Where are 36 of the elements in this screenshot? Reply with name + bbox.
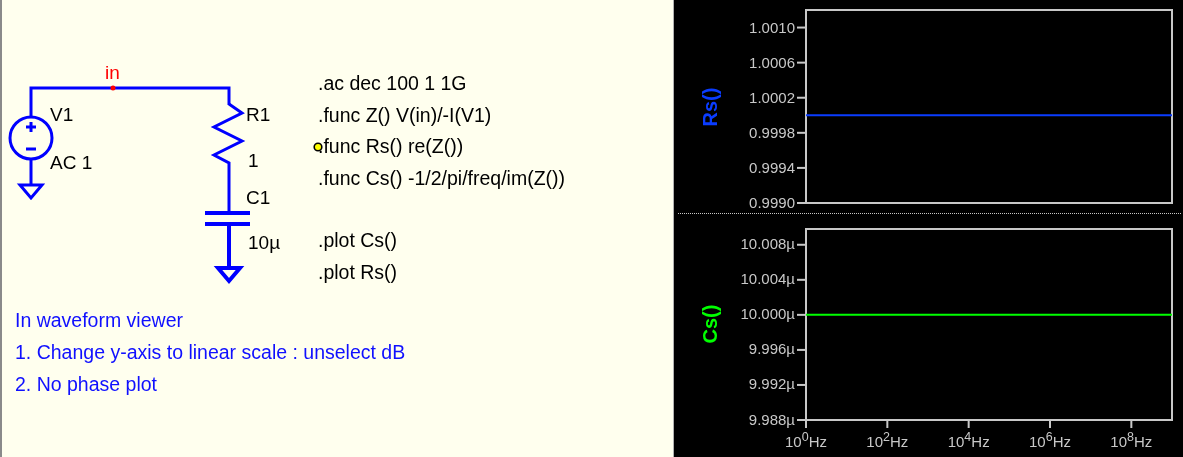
y-axis-title: Cs(): [698, 304, 722, 344]
comment-text: 1. Change y-axis to linear scale : unselect dB: [15, 340, 406, 365]
spice-directive: .plot Rs(): [318, 260, 398, 284]
y-tick-label: 10.000µ: [740, 304, 795, 325]
spice-directive: .func Rs() re(Z()): [318, 135, 464, 159]
x-tick-label: 10$^{2}$Hz: [866, 428, 909, 452]
component-value: AC 1: [50, 152, 93, 174]
spice-directive: .func Z() V(in)/-I(V1): [318, 103, 492, 127]
x-tick-label: 10$^{0}$Hz: [785, 428, 827, 452]
spice-directive: .ac dec 100 1 1G: [318, 72, 467, 96]
y-tick-label: 9.992µ: [748, 374, 795, 395]
spice-directive: .plot Cs(): [318, 229, 398, 253]
y-tick-label: 9.988µ: [748, 409, 795, 430]
y-tick-label: 1.0006: [749, 52, 795, 73]
net-label: in: [105, 62, 120, 84]
component-name: V1: [50, 104, 74, 126]
y-tick-label: 10.008µ: [740, 234, 795, 255]
comment-text: 2. No phase plot: [15, 372, 157, 397]
component-value: 10µ: [248, 232, 281, 254]
y-tick-label: 9.996µ: [748, 339, 795, 360]
component-name: C1: [246, 187, 271, 209]
comment-text: In waveform viewer: [15, 308, 183, 333]
y-tick-label: 0.9994: [749, 157, 795, 178]
y-tick-label: 0.9998: [749, 122, 795, 143]
junction-dot: [110, 85, 116, 91]
x-tick-label: 10$^{4}$Hz: [947, 428, 990, 452]
y-tick-label: 1.0010: [749, 17, 795, 38]
x-tick-label: 10$^{6}$Hz: [1029, 428, 1071, 452]
y-tick-label: 1.0002: [749, 87, 795, 108]
component-value: 1: [248, 150, 259, 172]
y-tick-label: 0.9990: [749, 193, 795, 213]
y-tick-label: 10.004µ: [740, 269, 795, 290]
x-tick-label: 10$^{8}$Hz: [1110, 428, 1153, 452]
y-axis-title: Rs(): [698, 87, 722, 126]
spice-directive: .func Cs() -1/2/pi/freq/im(Z()): [318, 166, 566, 190]
component-name: R1: [246, 104, 271, 126]
